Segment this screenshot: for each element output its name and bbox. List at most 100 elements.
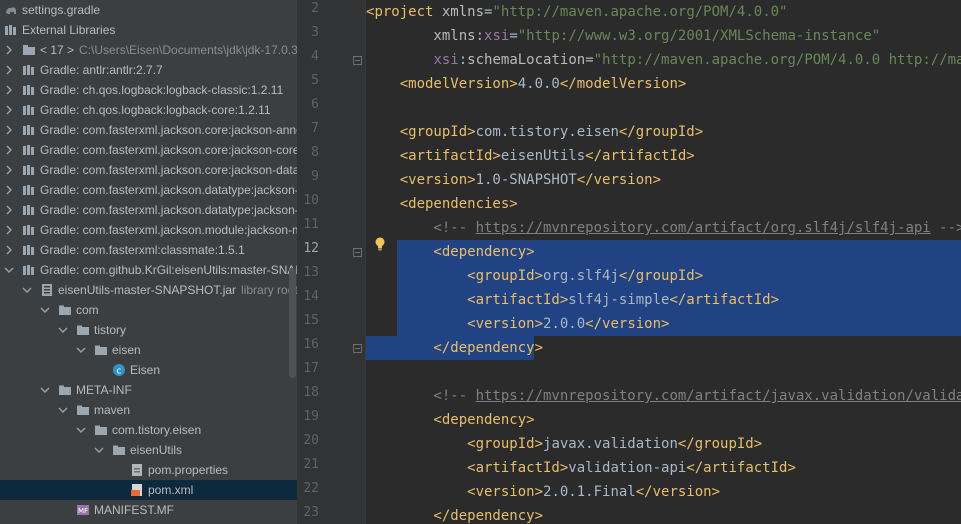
chevron-down-icon[interactable] [22,284,32,296]
fold-end-icon[interactable] [353,344,362,353]
chevron-right-icon[interactable] [4,224,14,236]
library-icon [23,265,34,275]
chevron-down-icon[interactable] [58,404,68,416]
code-token: </dependency> [366,508,544,524]
tree-item-label: Gradle: com.fasterxml.jackson.core:jacks… [40,163,297,177]
line-number: 13 [303,265,319,280]
tree-item[interactable]: Gradle: com.fasterxml.jackson.core:jacks… [0,120,297,140]
tree-item[interactable]: pom.properties [0,460,297,480]
tree-item[interactable]: com.tistory.eisen [0,420,297,440]
tree-item[interactable]: META-INF [0,380,297,400]
code-token: </artifactId> [686,460,796,476]
chevron-right-icon[interactable] [4,204,14,216]
tree-item[interactable]: Gradle: ch.qos.logback:logback-classic:1… [0,80,297,100]
tree-item[interactable]: Gradle: com.fasterxml.jackson.datatype:j… [0,180,297,200]
tree-item-label: eisenUtils [130,443,182,457]
tree-item[interactable]: External Libraries [0,20,297,40]
chevron-down-icon[interactable] [4,264,14,276]
tree-item[interactable]: Gradle: antlr:antlr:2.7.7 [0,60,297,80]
tree-item[interactable]: Gradle: com.fasterxml.jackson.core:jacks… [0,140,297,160]
line-number: 16 [303,337,319,352]
code-token: 2.0.1.Final [543,484,636,500]
tree-item[interactable]: Gradle: com.github.KrGil:eisenUtils:mast… [0,260,297,280]
code-token: <artifactId> [366,292,569,308]
code-token: <groupId> [366,124,476,140]
tree-item-label: Gradle: com.fasterxml.jackson.core:jacks… [40,143,297,157]
tree-item-label: pom.xml [148,483,193,497]
chevron-down-icon[interactable] [40,384,50,396]
code-link[interactable]: https://mvnrepository.com/artifact/org.s… [476,220,931,236]
code-line: <dependency> [366,240,534,264]
tree-item[interactable]: Gradle: com.fasterxml.jackson.module:jac… [0,220,297,240]
tree-item-label: Gradle: com.fasterxml:classmate:1.5.1 [40,243,245,257]
code-line: <version>1.0-SNAPSHOT</version> [366,168,661,192]
library-icon [23,85,34,95]
fold-end-icon[interactable] [353,56,362,65]
tree-item[interactable]: c Eisen [0,360,297,380]
tree-item-label: maven [94,403,130,417]
project-tree-panel[interactable]: settings.gradle External Libraries < 17 > C… [0,0,297,524]
line-number: 9 [311,169,319,184]
chevron-right-icon[interactable] [4,44,14,56]
tree-item[interactable]: eisenUtils-master-SNAPSHOT.jar library ro… [0,280,297,300]
chevron-right-icon[interactable] [4,84,14,96]
tree-item-text: com [76,303,99,317]
code-token: eisenUtils [500,148,586,164]
xml-file-icon [131,484,142,496]
tree-item-label: tistory [94,323,126,337]
tree-item-text: Gradle: com.fasterxml:classmate:1.5.1 [40,243,245,257]
tree-item-label: settings.gradle [22,3,100,17]
code-token: com.tistory.eisen [475,124,619,140]
chevron-down-icon[interactable] [76,424,86,436]
chevron-right-icon[interactable] [4,64,14,76]
folder-icon [77,405,89,415]
chevron-right-icon[interactable] [4,164,14,176]
svg-text:MF: MF [78,507,88,515]
chevron-right-icon[interactable] [4,184,14,196]
line-number: 6 [311,97,319,112]
chevron-down-icon[interactable] [76,344,86,356]
chevron-right-icon[interactable] [4,124,14,136]
code-token: 1.0-SNAPSHOT [475,172,577,188]
tree-item[interactable]: Gradle: com.fasterxml.jackson.datatype:j… [0,200,297,220]
line-number: 18 [303,385,319,400]
tree-item[interactable]: eisenUtils [0,440,297,460]
code-token: </artifactId> [585,148,695,164]
tree-item[interactable]: pom.xml [0,480,297,500]
tree-item[interactable]: < 17 > C:\Users\Eisen\Documents\jdk\jdk-1… [0,40,297,60]
code-editor[interactable]: <project xmlns="http://maven.apache.org/… [366,0,961,524]
code-token: = [585,52,594,68]
code-link[interactable]: https://mvnrepository.com/artifact/javax… [476,388,961,404]
tree-item[interactable]: Gradle: com.fasterxml.jackson.core:jacks… [0,160,297,180]
chevron-right-icon[interactable] [4,144,14,156]
fold-start-icon[interactable] [353,248,362,257]
code-token: <version> [366,172,476,188]
folder-icon [59,385,71,395]
code-token: --> [939,220,961,236]
tree-item-label: META-INF [76,383,132,397]
chevron-down-icon[interactable] [94,444,104,456]
tree-item[interactable]: MF MANIFEST.MF [0,500,297,520]
code-token: <artifactId> [366,148,501,164]
chevron-down-icon[interactable] [40,304,50,316]
code-token: slf4j-simple [568,292,670,308]
line-number: 12 [303,241,319,256]
tree-item[interactable]: tistory [0,320,297,340]
gradle-icon [6,7,16,14]
tree-item[interactable]: Gradle: com.fasterxml:classmate:1.5.1 [0,240,297,260]
code-token: <groupId> [366,268,544,284]
code-token: "http://www.w3.org/2001/XMLSchema-instan… [517,28,881,44]
tree-scrollbar[interactable] [289,268,296,378]
tree-item[interactable]: com [0,300,297,320]
tree-item[interactable]: settings.gradle [0,0,297,20]
tree-item[interactable]: eisen [0,340,297,360]
library-icon [23,225,34,235]
tree-item[interactable]: maven [0,400,297,420]
chevron-down-icon[interactable] [58,324,68,336]
chevron-right-icon[interactable] [4,104,14,116]
code-token: </modelVersion> [559,76,687,92]
tree-item[interactable]: Gradle: ch.qos.logback:logback-core:1.2.… [0,100,297,120]
chevron-right-icon[interactable] [4,244,14,256]
code-token: <artifactId> [366,460,569,476]
